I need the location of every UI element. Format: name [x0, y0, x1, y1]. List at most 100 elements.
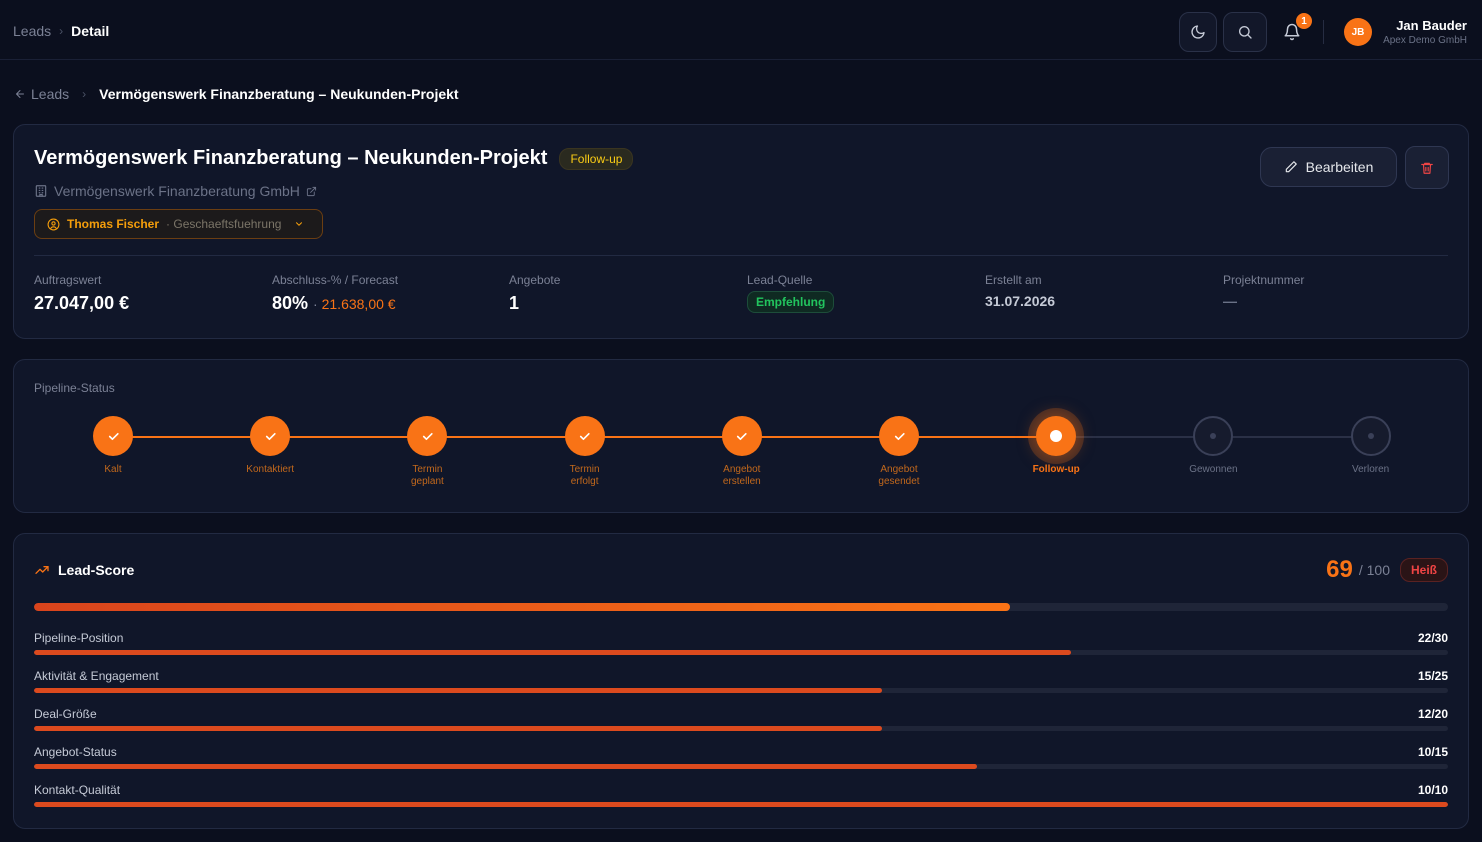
score-row-bar [34, 726, 1448, 731]
back-to-leads-link[interactable]: Leads [14, 86, 69, 102]
stage-label-line: Angebot [880, 464, 918, 475]
pipeline-stage[interactable]: Kontaktiert [220, 416, 320, 476]
company-name: Vermögenswerk Finanzberatung GmbH [54, 183, 300, 199]
score-row-bar-fill [34, 764, 977, 769]
lead-score-value: 69 [1326, 556, 1353, 583]
pipeline-stage[interactable]: Angebot gesendet [849, 416, 949, 488]
breadcrumb-current: Vermögenswerk Finanzberatung – Neukunden… [99, 86, 459, 102]
pipeline-card: Pipeline-Status Kalt Kontaktiert Termin gep… [13, 359, 1469, 513]
stage-label-line: erfolgt [570, 476, 599, 487]
separator-dot: · [313, 296, 322, 312]
lead-header-card: Vermögenswerk Finanzberatung – Neukunden… [13, 124, 1469, 339]
score-row-value: 15/25 [1417, 669, 1448, 683]
building-icon [35, 185, 47, 197]
pipeline-stage[interactable]: Angebot erstellen [692, 416, 792, 488]
stat-label: Abschluss-% / Forecast [272, 273, 399, 287]
stat-label: Erstellt am [985, 273, 1042, 287]
search-button[interactable] [1223, 12, 1267, 52]
pipeline-stage-label: Gewonnen [1163, 464, 1263, 476]
pipeline-stage[interactable]: Kalt [63, 416, 163, 476]
score-row-bar-fill [34, 802, 1448, 807]
pipeline-stage-label: Termin geplant [377, 464, 477, 488]
page-title: Vermögenswerk Finanzberatung – Neukunden… [34, 147, 548, 169]
stage-label-line: Kalt [104, 464, 122, 475]
stage-label-line: Kontaktiert [246, 464, 295, 475]
score-row-label: Aktivität & Engagement [34, 669, 159, 683]
score-row-value: 22/30 [1417, 631, 1448, 645]
top-bar: Leads › Detail 1 JB Jan Bauder Apex Demo… [0, 0, 1482, 60]
stage-label-line: erstellen [722, 476, 761, 487]
stat-value: — [1223, 293, 1237, 309]
search-icon [1239, 26, 1252, 39]
lead-score-summary: 69 / 100 Heiß [1326, 556, 1448, 584]
pipeline-stage-label: Kalt [63, 464, 163, 476]
stage-label-line: Termin [412, 464, 443, 475]
user-menu[interactable]: Jan Bauder Apex Demo GmbH [1383, 18, 1467, 46]
top-breadcrumb: Leads › Detail [13, 23, 109, 39]
score-row-value: 10/15 [1417, 745, 1448, 759]
check-icon [407, 416, 448, 456]
stage-label-line: Angebot [723, 464, 761, 475]
stat-value: 80% [272, 293, 309, 313]
pipeline-stage-label: Termin erfolgt [535, 464, 635, 488]
trending-up-icon [35, 566, 49, 574]
contact-name: Thomas Fischer [67, 217, 160, 231]
stage-label-line: Termin [569, 464, 600, 475]
edit-button-label: Bearbeiten [1305, 159, 1374, 175]
stat-value: 1 [509, 293, 520, 313]
lead-score-title: Lead-Score [58, 562, 135, 578]
contact-dropdown[interactable]: Thomas Fischer · Geschaeftsfuehrung [34, 209, 323, 239]
pipeline-stage-label: Verloren [1321, 464, 1421, 476]
score-row-label: Deal-Größe [34, 707, 97, 721]
user-circle-icon [47, 218, 60, 230]
check-icon [93, 416, 133, 456]
stage-label-line: Verloren [1351, 464, 1390, 475]
delete-button[interactable] [1405, 146, 1449, 189]
pipeline-label: Pipeline-Status [34, 381, 115, 395]
score-row-bar-fill [34, 726, 883, 731]
stat-value: 27.047,00 € [34, 293, 130, 313]
score-row-bar [34, 688, 1448, 693]
chevron-right-icon: › [82, 87, 87, 101]
score-row-label: Pipeline-Position [34, 631, 124, 645]
lead-score-progress-bar [34, 603, 1448, 611]
chevron-right-icon: › [59, 24, 64, 38]
check-icon [879, 416, 919, 456]
stage-label-line: Follow-up [1032, 464, 1080, 475]
score-row-label: Angebot-Status [34, 745, 117, 759]
stat-abschluss: Abschluss-% / Forecast 80% · 21.638,00 € [272, 273, 398, 314]
pipeline-stage[interactable]: Termin geplant [377, 416, 477, 488]
lead-score-max: / 100 [1358, 562, 1390, 578]
external-link-icon [306, 186, 316, 196]
stat-label: Projektnummer [1223, 273, 1305, 287]
stat-label: Angebote [509, 273, 561, 287]
stat-label: Auftragswert [34, 273, 102, 287]
check-icon [250, 416, 291, 456]
pipeline-stage[interactable]: Termin erfolgt [535, 416, 635, 488]
forecast-value: 21.638,00 € [321, 296, 396, 312]
pipeline-stage[interactable]: Gewonnen [1163, 416, 1263, 476]
stat-erstellt: Erstellt am 31.07.2026 [985, 273, 1055, 309]
pipeline-stage[interactable]: Verloren [1321, 416, 1421, 476]
top-breadcrumb-leads[interactable]: Leads [13, 23, 51, 39]
theme-toggle-button[interactable] [1179, 12, 1217, 52]
pencil-icon [1285, 161, 1297, 173]
edit-button[interactable]: Bearbeiten [1260, 147, 1397, 187]
moon-icon [1191, 25, 1205, 39]
pending-stage-dot-icon [1193, 416, 1234, 456]
score-row-value: 10/10 [1417, 783, 1448, 797]
contact-role: · Geschaeftsfuehrung [166, 217, 282, 231]
title-row: Vermögenswerk Finanzberatung – Neukunden… [34, 147, 634, 170]
stat-auftragswert: Auftragswert 27.047,00 € [34, 273, 129, 314]
pipeline-stage-label: Kontaktiert [220, 464, 320, 476]
back-label: Leads [31, 86, 70, 102]
lead-score-rating-badge: Heiß [1399, 558, 1448, 582]
company-link[interactable]: Vermögenswerk Finanzberatung GmbH [34, 183, 317, 199]
pipeline-stage[interactable]: Follow-up [1006, 416, 1106, 476]
avatar[interactable]: JB [1344, 18, 1372, 46]
score-row-bar [34, 764, 1448, 769]
score-row-bar-fill [34, 650, 1071, 655]
source-badge: Empfehlung [747, 291, 835, 313]
lead-score-card: Lead-Score 69 / 100 Heiß Pipeline-Positi… [13, 533, 1469, 829]
lead-score-header: Lead-Score [34, 562, 134, 578]
